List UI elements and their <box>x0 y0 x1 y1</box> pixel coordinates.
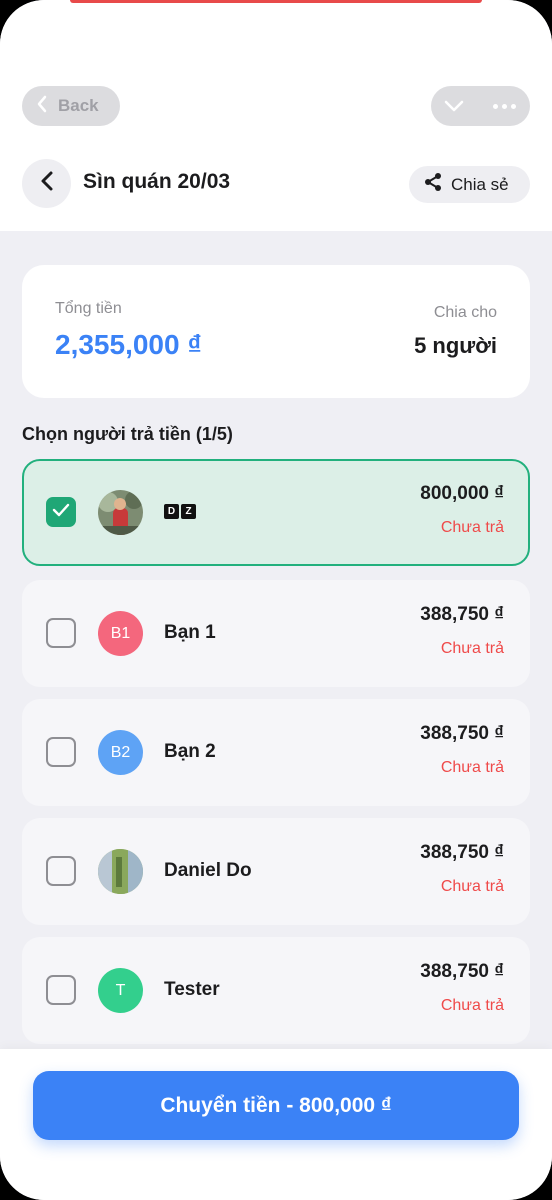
person-status: Chưa trả <box>440 997 504 1014</box>
person-amount: 388,750 ₫ <box>420 961 504 982</box>
share-label: Chia sẻ <box>451 174 509 194</box>
person-checkbox[interactable] <box>46 975 76 1005</box>
person-row-tester[interactable]: T Tester 388,750 ₫ Chưa trả <box>22 937 530 1044</box>
person-status: Chưa trả <box>440 640 504 657</box>
total-label: Tổng tiền <box>55 300 122 317</box>
more-options-icon[interactable] <box>493 104 516 109</box>
back-button[interactable] <box>22 159 71 208</box>
avatar <box>98 490 143 535</box>
person-name: Bạn 1 <box>164 622 216 643</box>
person-name-badge: D Z <box>164 504 196 519</box>
payer-section-title: Chọn người trả tiền (1/5) <box>22 424 233 444</box>
person-checkbox[interactable] <box>46 737 76 767</box>
miniapp-back-label: Back <box>58 96 99 115</box>
miniapp-menu-pill <box>431 86 530 126</box>
split-label: Chia cho <box>433 304 497 321</box>
person-amount: 800,000 ₫ <box>420 483 504 504</box>
status-line <box>70 0 482 3</box>
summary-card: Tổng tiền 2,355,000 ₫ Chia cho 5 người <box>22 265 530 398</box>
person-amount: 388,750 ₫ <box>420 842 504 863</box>
person-status: Chưa trả <box>440 519 504 536</box>
page-title: Sìn quán 20/03 <box>83 170 231 193</box>
transfer-money-button[interactable]: Chuyển tiền - 800,000 ₫ <box>33 1071 519 1140</box>
person-checkbox[interactable] <box>46 618 76 648</box>
person-amount: 388,750 ₫ <box>420 723 504 744</box>
person-name: Bạn 2 <box>164 741 216 762</box>
person-row-ban-2[interactable]: B2 Bạn 2 388,750 ₫ Chưa trả <box>22 699 530 806</box>
badge-letter-z: Z <box>181 504 196 519</box>
person-checkbox[interactable] <box>46 856 76 886</box>
person-amount: 388,750 ₫ <box>420 604 504 625</box>
person-status: Chưa trả <box>440 759 504 776</box>
person-row-daniel-do[interactable]: Daniel Do 388,750 ₫ Chưa trả <box>22 818 530 925</box>
arrow-left-icon <box>40 170 54 197</box>
share-icon <box>424 172 442 197</box>
person-row-dz[interactable]: D Z 800,000 ₫ Chưa trả <box>22 459 530 566</box>
person-row-ban-1[interactable]: B1 Bạn 1 388,750 ₫ Chưa trả <box>22 580 530 687</box>
badge-letter-d: D <box>164 504 179 519</box>
split-count: 5 người <box>414 333 497 358</box>
total-amount: 2,355,000 ₫ <box>55 329 202 360</box>
chevron-left-icon <box>36 95 48 118</box>
avatar <box>98 849 143 894</box>
person-name: Daniel Do <box>164 860 252 881</box>
avatar: T <box>98 968 143 1013</box>
chevron-down-icon[interactable] <box>443 96 465 121</box>
check-icon <box>52 502 70 523</box>
person-checkbox[interactable] <box>46 497 76 527</box>
share-button[interactable]: Chia sẻ <box>409 166 530 203</box>
avatar: B1 <box>98 611 143 656</box>
avatar: B2 <box>98 730 143 775</box>
person-status: Chưa trả <box>440 878 504 895</box>
miniapp-back-button[interactable]: Back <box>22 86 120 126</box>
person-name: Tester <box>164 979 220 1000</box>
phone-screen: Back Sìn quán 20/03 Chia sẻ Tổng tiền 2,… <box>0 0 552 1200</box>
